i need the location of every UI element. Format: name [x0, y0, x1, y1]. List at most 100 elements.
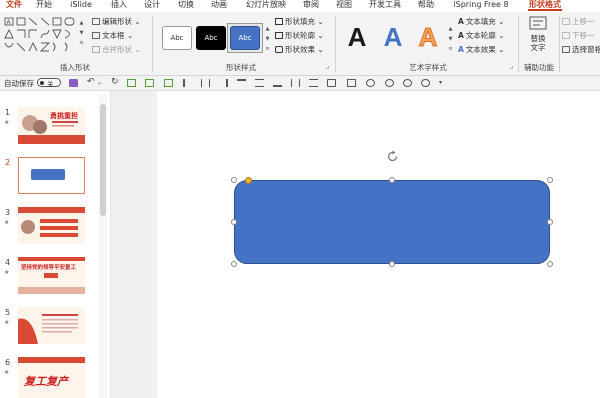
- menu-help[interactable]: 帮助: [415, 0, 437, 12]
- rotate-handle-icon[interactable]: [386, 150, 399, 163]
- menu-transitions[interactable]: 切换: [175, 0, 197, 12]
- menu-review[interactable]: 审阅: [300, 0, 322, 12]
- menu-slideshow[interactable]: 幻灯片放映: [243, 0, 289, 12]
- align-center-icon[interactable]: [201, 79, 210, 87]
- slide-thumbnail-1[interactable]: 勇挑重担: [18, 107, 85, 144]
- shape-style-preset-blue[interactable]: Abc: [230, 26, 260, 50]
- ribbon-separator: [559, 16, 560, 72]
- slide-thumbnail-6[interactable]: 复工复产: [18, 357, 85, 398]
- text-box-button[interactable]: 文本框 ⌄: [92, 30, 133, 41]
- paint-bucket-icon: [275, 18, 283, 25]
- merge-shapes-button[interactable]: 合并形状 ⌄: [92, 44, 141, 55]
- shape-fragment-icon[interactable]: [403, 79, 412, 87]
- slide-5-artwork: [18, 307, 85, 344]
- active-tab-underline: [528, 9, 562, 11]
- resize-handle-left[interactable]: [231, 219, 237, 225]
- transition-star-icon: ★: [4, 119, 10, 126]
- layout-icon[interactable]: [145, 79, 154, 87]
- align-right-icon[interactable]: [219, 79, 228, 87]
- ungroup-icon[interactable]: [347, 79, 356, 87]
- text-outline-button[interactable]: A 文本轮廓 ⌄: [458, 30, 504, 41]
- menu-developer[interactable]: 开发工具: [366, 0, 404, 12]
- shapes-gallery-scroll[interactable]: ▲ ▼ ≡: [78, 18, 85, 48]
- shape-union-icon[interactable]: [366, 79, 375, 87]
- text-effects-button[interactable]: A 文本效果 ⌄: [458, 44, 504, 55]
- wordart-styles-scroll[interactable]: ▲ ▼ ≡: [447, 24, 454, 54]
- undo-icon[interactable]: ↶: [87, 78, 96, 87]
- align-top-icon[interactable]: [237, 79, 246, 87]
- slide-thumbnail-5[interactable]: [18, 307, 85, 344]
- shapes-gallery[interactable]: A: [4, 17, 76, 59]
- menu-file[interactable]: 文件: [4, 0, 24, 12]
- dialog-launcher-icon[interactable]: ⌟: [326, 63, 333, 70]
- slide-number: 5: [5, 308, 11, 317]
- alt-text-button[interactable]: 替换 文字: [523, 16, 553, 60]
- resize-handle-right[interactable]: [547, 219, 553, 225]
- slide-6-title: 复工复产: [24, 375, 68, 388]
- rounded-rectangle-shape[interactable]: [234, 180, 550, 264]
- menu-insert[interactable]: 插入: [108, 0, 130, 12]
- corner-adjust-handle[interactable]: [245, 177, 252, 184]
- bring-forward-button[interactable]: 上移一: [562, 16, 595, 27]
- slide-thumbnail-4[interactable]: 坚持党的领导平安复工: [18, 257, 85, 294]
- autosave-label: 自动保存: [4, 79, 34, 88]
- group-icon[interactable]: [327, 79, 336, 87]
- selection-pane-button[interactable]: 选择窗格: [562, 44, 600, 55]
- send-backward-button[interactable]: 下移一: [562, 30, 595, 41]
- undo-dropdown-icon[interactable]: ⌄: [97, 79, 106, 87]
- save-icon[interactable]: [69, 79, 78, 87]
- redo-icon[interactable]: ↻: [111, 78, 120, 87]
- resize-handle-top-right[interactable]: [547, 177, 553, 183]
- align-middle-icon[interactable]: [255, 79, 264, 87]
- insert-shapes-group-label: 插入形状: [60, 63, 90, 72]
- resize-handle-bottom-right[interactable]: [547, 261, 553, 267]
- shape-fill-button[interactable]: 形状填充 ⌄: [275, 16, 324, 27]
- menu-ispring[interactable]: iSpring Free 8: [448, 0, 514, 12]
- customize-toolbar-icon[interactable]: ▾: [439, 79, 448, 87]
- distribute-vertical-icon[interactable]: [309, 79, 318, 87]
- bring-forward-icon: [562, 18, 570, 25]
- duplicate-icon[interactable]: [164, 79, 173, 87]
- menu-view[interactable]: 视图: [333, 0, 355, 12]
- shape-style-preset-outline[interactable]: Abc: [162, 26, 192, 50]
- shape-styles-scroll[interactable]: ▲ ▼ ≡: [264, 24, 271, 54]
- slide-thumbnail-2[interactable]: [18, 157, 85, 194]
- transition-star-icon: ★: [4, 219, 10, 226]
- slide-number: 1: [5, 108, 11, 117]
- wordart-preset-orange[interactable]: A: [413, 21, 443, 53]
- shape-style-preset-black[interactable]: Abc: [196, 26, 226, 50]
- slide-thumbnail-3[interactable]: [18, 207, 85, 244]
- resize-handle-bottom[interactable]: [389, 261, 395, 267]
- text-outline-icon: A: [458, 31, 464, 40]
- slide-number: 2: [5, 158, 11, 167]
- text-fill-button[interactable]: A 文本填充 ⌄: [458, 16, 504, 27]
- new-slide-icon[interactable]: [127, 79, 136, 87]
- wordart-preset-black[interactable]: A: [342, 21, 372, 53]
- resize-handle-top[interactable]: [389, 177, 395, 183]
- menu-design[interactable]: 设计: [141, 0, 163, 12]
- shape-combine-icon[interactable]: [385, 79, 394, 87]
- resize-handle-bottom-left[interactable]: [231, 261, 237, 267]
- menu-islide[interactable]: iSlide: [66, 0, 96, 12]
- align-left-icon[interactable]: [183, 79, 192, 87]
- transition-star-icon: ★: [4, 269, 10, 276]
- thumbnail-scrollbar-thumb[interactable]: [100, 104, 106, 216]
- alt-text-label-2: 文字: [530, 43, 546, 52]
- shape-effects-button[interactable]: 形状效果 ⌄: [275, 44, 324, 55]
- text-effects-icon: A: [458, 45, 464, 54]
- menu-home[interactable]: 开始: [33, 0, 55, 12]
- wordart-preset-blue[interactable]: A: [378, 21, 408, 53]
- effects-icon: [275, 46, 283, 53]
- align-bottom-icon[interactable]: [273, 79, 282, 87]
- menu-animations[interactable]: 动画: [208, 0, 230, 12]
- dialog-launcher-icon[interactable]: ⌟: [510, 63, 517, 70]
- distribute-horizontal-icon[interactable]: [291, 79, 300, 87]
- edit-shape-icon: [92, 18, 100, 25]
- shape-styles-group-label: 形状样式: [226, 63, 256, 72]
- resize-handle-top-left[interactable]: [231, 177, 237, 183]
- autosave-toggle[interactable]: 关: [37, 78, 61, 88]
- shape-intersect-icon[interactable]: [421, 79, 430, 87]
- slide-number: 3: [5, 208, 11, 217]
- shape-outline-button[interactable]: 形状轮廓 ⌄: [275, 30, 324, 41]
- edit-shape-button[interactable]: 编辑形状 ⌄: [92, 16, 141, 27]
